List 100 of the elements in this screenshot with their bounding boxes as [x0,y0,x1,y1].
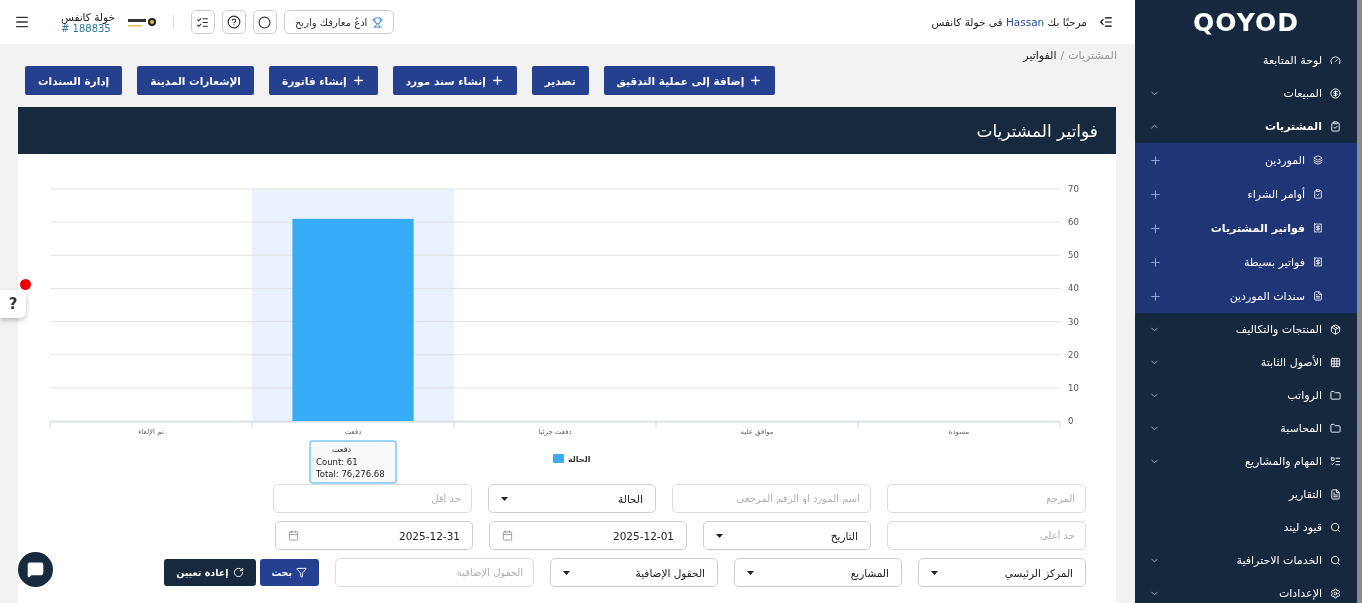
text-field[interactable]: المرجع [887,484,1086,513]
caret-icon [747,570,754,575]
add-button[interactable] [1149,289,1162,303]
text-field[interactable]: الحقول الإضافية [335,558,534,587]
sidebar-subitem[interactable]: أوامر الشراء [1135,177,1357,211]
sidebar-item[interactable]: المبيعات [1135,77,1357,110]
plus-icon [490,74,504,87]
menu-icon[interactable] [14,14,30,30]
menu-item-icon [1313,189,1323,199]
menu-item-icon [1330,357,1341,368]
select-field[interactable]: المشاريع [734,558,902,587]
action-button[interactable]: تصدير [531,66,589,95]
trophy-icon [372,16,384,28]
menu-item-icon [1330,489,1341,500]
logo: QOYOD [1192,6,1300,39]
sidebar-subitem[interactable]: الموردين [1135,143,1357,177]
action-button[interactable]: إنشاء فاتورة [268,66,378,95]
invite-button[interactable]: ادعُ معارفك واربح [283,10,395,34]
sidebar-subitem[interactable]: فواتير المشتريات [1135,211,1357,245]
checklist-button[interactable] [190,10,215,34]
sidebar-item[interactable]: المحاسبة [1135,412,1357,445]
sidebar-item[interactable]: الخدمات الاحترافية [1135,544,1357,577]
checklist-icon [196,15,210,29]
caret-icon [501,496,508,501]
menu-item-icon [1330,55,1341,66]
menu-collapse-icon[interactable] [1099,15,1113,29]
menu-item-icon [1330,588,1341,599]
refresh-icon [232,567,244,578]
caret-icon [931,570,938,575]
sidebar-item[interactable]: لوحة المتابعة [1135,44,1357,77]
y-tick-label: 40 [1068,283,1079,294]
notification-dot [20,279,31,290]
y-tick-label: 30 [1068,316,1079,327]
sidebar-item[interactable]: المهام والمشاريع [1135,445,1357,478]
add-button[interactable] [1149,187,1162,201]
calendar-icon [288,530,299,541]
menu-item-icon [1330,555,1341,566]
reset-button[interactable]: إعادة تعيين [164,559,256,586]
y-tick-label: 0 [1068,416,1074,426]
action-button[interactable]: إدارة السندات [25,66,123,95]
y-tick-label: 60 [1068,217,1079,228]
sidebar-subitem[interactable]: سندات الموردين [1135,279,1357,313]
plus-icon [351,74,365,87]
breadcrumb-link[interactable]: الفواتير [1023,48,1057,62]
filter-icon [296,567,307,578]
tooltip-text: Count: 61 [316,457,358,467]
help-button[interactable] [221,10,246,34]
menu-item-icon [1330,324,1341,335]
y-tick-label: 10 [1068,382,1079,393]
menu-item-icon [1313,155,1323,165]
menu-item-icon [1330,423,1341,434]
sidebar-item[interactable]: المشتريات [1135,110,1357,143]
sidebar-subitem[interactable]: فواتير بسيطة [1135,245,1357,279]
action-button[interactable]: إنشاء سند مورد [392,66,517,95]
select-field[interactable]: الحالة [488,484,656,513]
text-field[interactable]: اسم المورد او الرقم المرجعي [672,484,871,513]
menu-item-icon [1313,223,1323,233]
date-field[interactable]: 2025-12-31 [275,521,473,550]
legend-label: الحالة [568,455,591,464]
action-button[interactable]: الإشعارات المدينة [137,66,254,95]
company-number: # 188835 [61,22,111,34]
y-tick-label: 50 [1068,250,1079,261]
menu-item-icon [1313,257,1323,267]
date-field[interactable]: 2025-12-01 [489,521,687,550]
menu-item-icon [1330,88,1341,99]
company-name: خولة كانفس [61,10,115,23]
menu-item-icon [1313,291,1323,301]
card-title: فواتير المشتريات [976,120,1098,141]
sidebar-item[interactable]: قيود ليند [1135,511,1357,544]
action-button[interactable]: إضافة إلى عملية التدقيق [603,66,776,95]
menu-item-icon [1330,522,1341,533]
y-tick-label: 70 [1068,184,1079,194]
sidebar-item[interactable]: الأصول الثابتة [1135,346,1357,379]
add-button[interactable] [1149,221,1162,235]
y-tick-label: 20 [1068,349,1079,360]
caret-icon [716,533,723,538]
menu-item-icon [1330,390,1341,401]
add-button[interactable] [1149,255,1162,269]
chat-button[interactable] [252,10,277,34]
menu-item-icon [1330,121,1341,132]
plus-icon [749,74,763,87]
select-field[interactable]: التاريخ [703,521,871,550]
circle-icon [258,15,272,29]
breadcrumb-separator: / [1060,48,1065,62]
calendar-icon [502,530,513,541]
search-button[interactable]: بحث [259,559,319,586]
help-tab[interactable]: ? [0,290,26,318]
caret-icon [563,570,570,575]
tooltip-title: دفعت [332,445,352,454]
legend-swatch [553,454,564,463]
sidebar-item[interactable]: الرواتب [1135,379,1357,412]
select-field[interactable]: الحقول الإضافية [550,558,718,587]
chat-icon [27,561,44,578]
menu-item-icon [1330,456,1341,467]
add-button[interactable] [1149,153,1162,167]
sidebar-item[interactable]: المنتجات والتكاليف [1135,313,1357,346]
sidebar-item[interactable]: الإعدادات [1135,577,1357,603]
tooltip-text: Total: 76,276.68 [316,469,385,479]
sidebar-item[interactable]: التقارير [1135,478,1357,511]
select-field[interactable]: المركز الرئيسي [918,558,1086,587]
